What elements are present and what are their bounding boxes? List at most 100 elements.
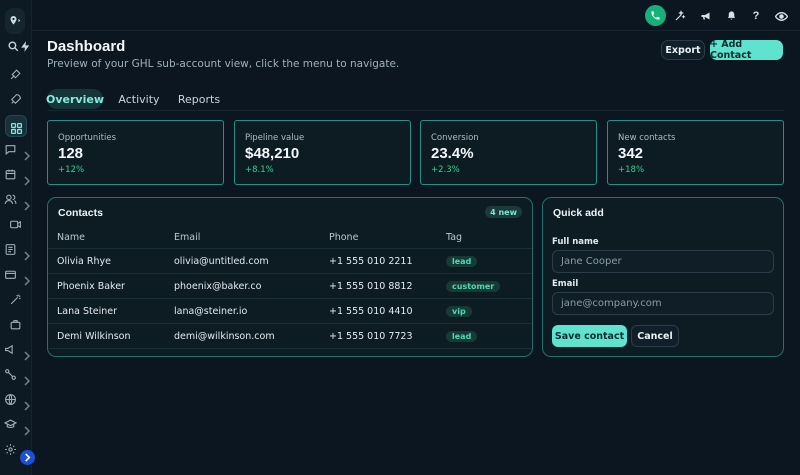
stat-delta: +2.3% xyxy=(431,165,460,175)
contact-email: lana@steiner.io xyxy=(174,306,248,317)
email-input[interactable]: jane@company.com xyxy=(552,292,774,315)
stat-delta: +18% xyxy=(618,165,645,175)
location-icon xyxy=(10,16,21,25)
preview-button[interactable] xyxy=(771,6,791,26)
courses-icon xyxy=(4,418,20,434)
settings-icon xyxy=(4,443,20,459)
tab-overview[interactable]: Overview xyxy=(46,89,104,109)
help-button[interactable]: ? xyxy=(746,6,766,26)
contact-phone: +1 555 010 4410 xyxy=(329,306,413,317)
bolt-icon[interactable] xyxy=(19,40,35,56)
contact-name: Demi Wilkinson xyxy=(57,331,131,342)
forms-icon xyxy=(4,243,20,259)
chevron-right-icon xyxy=(24,371,31,386)
announcements-button[interactable] xyxy=(696,6,716,26)
payments-icon xyxy=(4,268,20,284)
sidebar-item-ai-agents[interactable] xyxy=(0,291,32,311)
column-header-tag[interactable]: Tag xyxy=(446,232,462,243)
magic-wand-button[interactable] xyxy=(670,6,690,26)
table-divider xyxy=(48,248,532,249)
column-header-name[interactable]: Name xyxy=(57,232,85,243)
sites-icon xyxy=(4,393,20,409)
magic-wand-icon xyxy=(675,10,686,21)
sidebar-item-marketing[interactable] xyxy=(0,341,32,361)
top-bar: ? xyxy=(32,0,800,31)
phone-button[interactable] xyxy=(645,5,666,26)
sidebar-item-contacts[interactable] xyxy=(0,191,32,211)
sidebar-item-video[interactable] xyxy=(0,216,32,236)
chevron-right-icon xyxy=(24,196,31,211)
sidebar-item-payments[interactable] xyxy=(0,266,32,286)
tab-reports[interactable]: Reports xyxy=(174,89,224,109)
stat-card-new-contacts: New contacts 342 +18% xyxy=(607,120,784,185)
automation-icon xyxy=(4,368,20,384)
megaphone-icon xyxy=(701,12,710,20)
chevron-right-icon xyxy=(24,246,31,261)
sidebar-item-dashboard[interactable] xyxy=(5,115,27,137)
contact-phone: +1 555 010 7723 xyxy=(329,331,413,342)
ai-agents-icon xyxy=(9,293,25,309)
bell-icon xyxy=(727,11,735,20)
full-name-input[interactable]: Jane Cooper xyxy=(552,250,774,273)
rocket-icon xyxy=(9,93,25,109)
phone-icon xyxy=(651,11,660,20)
sidebar-item-rocket[interactable] xyxy=(0,91,32,111)
table-divider xyxy=(48,323,532,324)
sidebar-item-conversations[interactable] xyxy=(0,141,32,161)
contact-tag: lead xyxy=(446,256,478,267)
table-divider xyxy=(48,348,532,349)
sidebar-item-sites[interactable] xyxy=(0,391,32,411)
stat-card-pipeline-value: Pipeline value $48,210 +8.1% xyxy=(234,120,411,185)
stat-delta: +12% xyxy=(58,165,85,175)
marketplace-icon xyxy=(9,318,25,334)
new-contacts-badge: 4 new xyxy=(485,206,522,218)
notifications-button[interactable] xyxy=(721,6,741,26)
sidebar xyxy=(0,0,35,475)
page-subtitle: Preview of your GHL sub-account view, cl… xyxy=(47,58,400,70)
contacts-title: Contacts xyxy=(58,207,103,219)
location-switcher[interactable] xyxy=(5,8,25,34)
contact-phone: +1 555 010 2211 xyxy=(329,256,413,267)
stat-label: New contacts xyxy=(618,133,676,143)
sidebar-item-marketplace[interactable] xyxy=(0,316,32,336)
dashboard-icon xyxy=(10,120,23,139)
stat-value: 128 xyxy=(58,145,84,162)
help-icon: ? xyxy=(752,10,760,22)
sidebar-item-calendars[interactable] xyxy=(0,166,32,186)
contact-name: Phoenix Baker xyxy=(57,281,125,292)
contact-tag: vip xyxy=(446,306,472,317)
full-name-label: Full name xyxy=(552,237,599,247)
stat-label: Conversion xyxy=(431,133,479,143)
sidebar-item-automation[interactable] xyxy=(0,366,32,386)
add-contact-button[interactable]: + Add Contact xyxy=(710,39,783,61)
chevron-right-icon xyxy=(25,453,31,462)
contacts-icon xyxy=(4,193,20,209)
contacts-panel: Contacts 4 new Name Email Phone Tag Oliv… xyxy=(47,197,533,357)
page-title: Dashboard xyxy=(47,38,126,55)
marketing-icon xyxy=(4,343,20,359)
cancel-button[interactable]: Cancel xyxy=(631,325,679,347)
chevron-right-icon xyxy=(24,421,31,436)
video-icon xyxy=(9,218,25,234)
contact-name: Olivia Rhye xyxy=(57,256,111,267)
chevron-right-icon xyxy=(24,396,31,411)
stat-value: 23.4% xyxy=(431,145,474,162)
stat-value: 342 xyxy=(618,145,644,162)
stat-label: Opportunities xyxy=(58,133,116,143)
sidebar-item-forms[interactable] xyxy=(0,241,32,261)
tab-activity[interactable]: Activity xyxy=(113,89,165,109)
sidebar-collapse-toggle[interactable] xyxy=(20,450,35,465)
sidebar-search[interactable] xyxy=(0,38,32,58)
table-divider xyxy=(48,273,532,274)
stat-delta: +8.1% xyxy=(245,165,274,175)
contact-email: olivia@untitled.com xyxy=(174,256,269,267)
launchpad-icon xyxy=(9,68,25,84)
export-button[interactable]: Export xyxy=(661,40,705,60)
calendar-icon xyxy=(4,168,20,184)
column-header-email[interactable]: Email xyxy=(174,232,200,243)
column-header-phone[interactable]: Phone xyxy=(329,232,358,243)
save-contact-button[interactable]: Save contact xyxy=(552,325,627,347)
sidebar-item-launchpad[interactable] xyxy=(0,66,32,86)
sidebar-item-courses[interactable] xyxy=(0,416,32,436)
eye-icon xyxy=(774,11,788,21)
